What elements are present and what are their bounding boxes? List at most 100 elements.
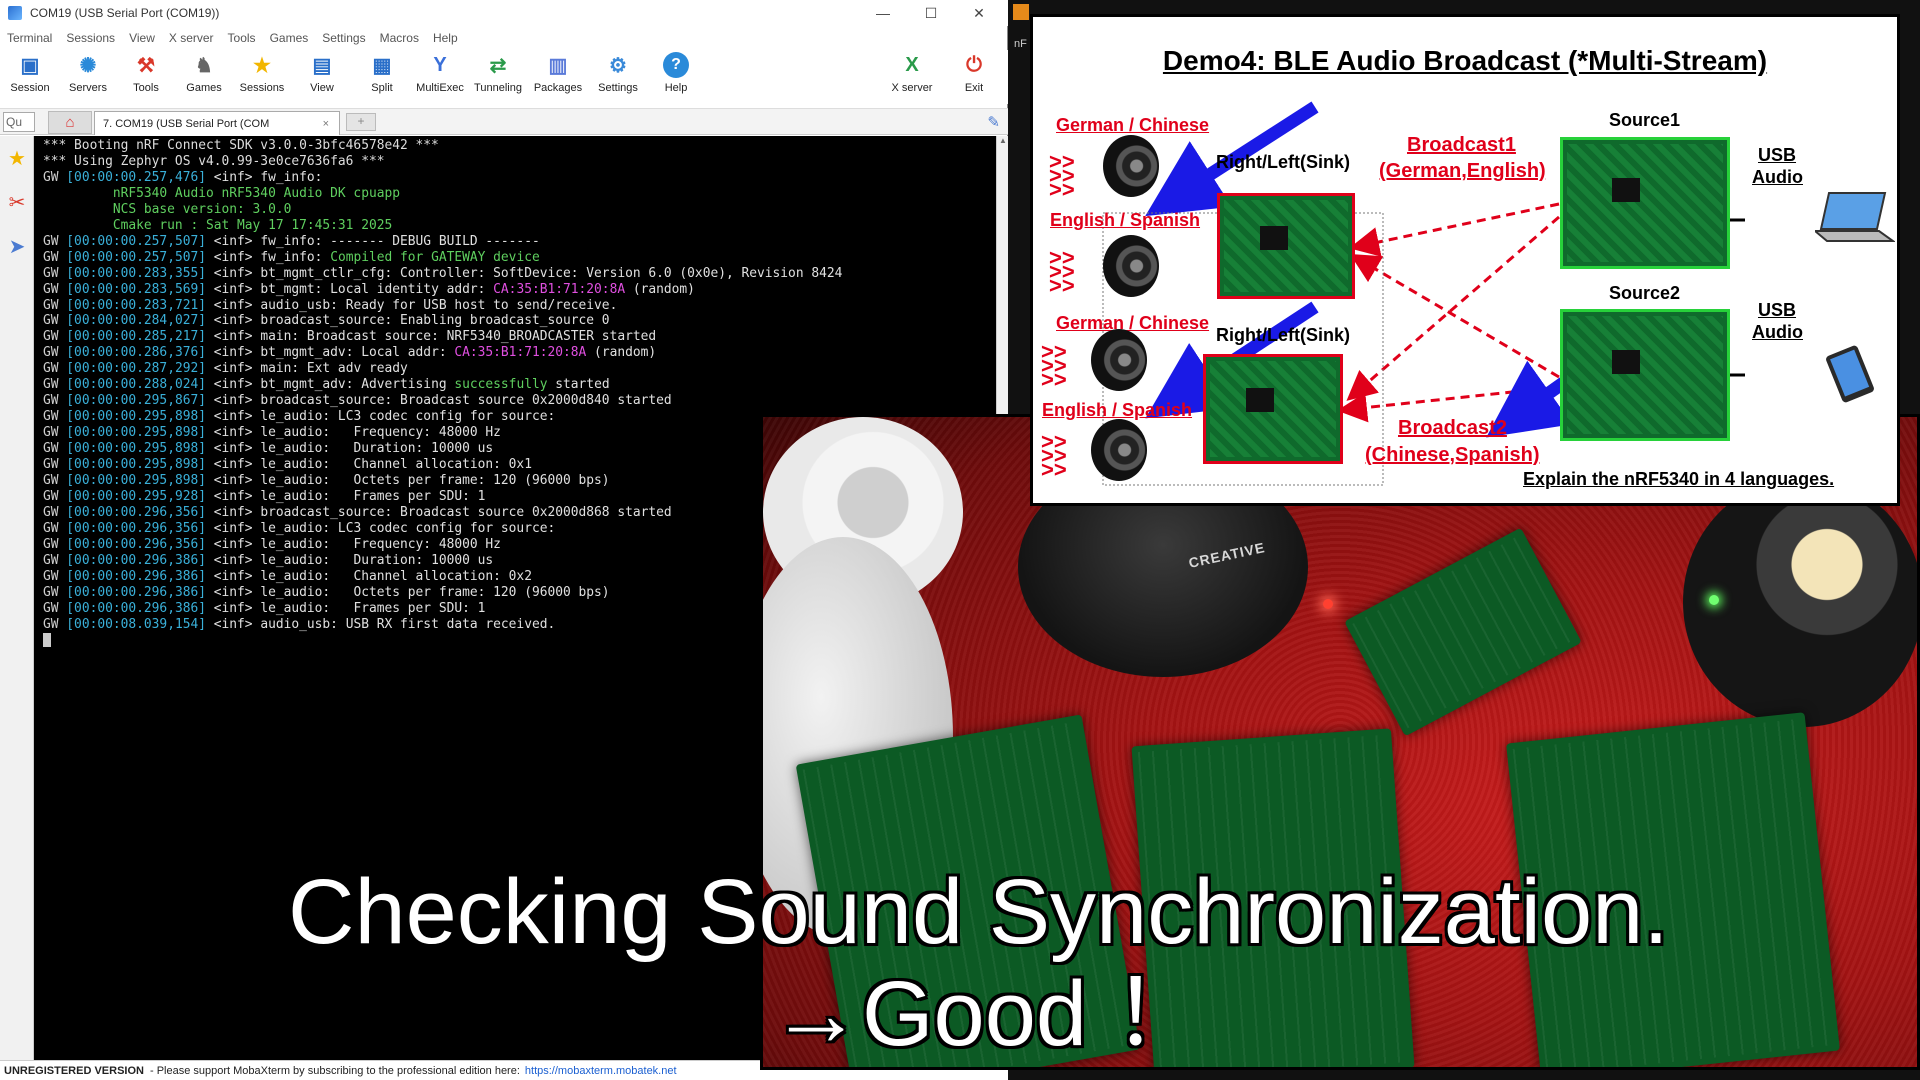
log-timestamp: [00:00:00.296,386] [66,568,206,584]
log-timestamp: [00:00:00.283,355] [66,265,206,281]
menu-xserver[interactable]: X server [162,31,221,45]
toolbar-exit-button[interactable]: ⏻ Exit [944,52,1004,102]
sound-wave-icon: >> >> >> [1049,245,1075,298]
toolbar-packages-button[interactable]: ▥ Packages [528,52,588,102]
toolbar-sessions-button[interactable]: ★ Sessions [232,52,292,102]
log-message: <inf> fw_info: [206,249,331,265]
terminal-log-line: nRF5340 Audio nRF5340 Audio DK cpuapp [43,186,996,202]
toolbar-label: Help [664,82,688,94]
terminal-log-line: GW [00:00:00.283,355] <inf> bt_mgmt_ctlr… [43,266,996,282]
minimize-button[interactable]: — [860,0,906,26]
tab-close-icon[interactable]: × [323,118,329,130]
label-audio-1: Audio [1752,167,1803,187]
mobatek-link[interactable]: https://mobaxterm.mobatek.net [525,1065,677,1077]
gw-prefix: GW [43,457,67,473]
maximize-button[interactable]: ☐ [908,0,954,26]
toolbar-label: Split [371,82,393,94]
gw-prefix: GW [43,584,67,600]
new-tab-button[interactable]: + [346,113,376,131]
log-message: <inf> le_audio: Channel allocation: 0x2 [206,568,532,584]
menu-help[interactable]: Help [426,31,465,45]
speaker-4 [1091,419,1147,481]
terminal-boot-line: *** Using Zephyr OS v4.0.99-3e0ce7636fa6… [43,154,996,170]
log-timestamp: [00:00:00.295,928] [66,488,206,504]
label-broadcast2: Broadcast2 [1398,417,1507,439]
terminal-log-line: GW [00:00:00.257,507] <inf> fw_info: Com… [43,250,996,266]
terminal-boot-line: *** Booting nRF Connect SDK v3.0.0-3bfc4… [43,138,996,154]
log-message: <inf> bt_mgmt_ctlr_cfg: Controller: Soft… [206,265,843,281]
log-message: <inf> bt_mgmt_adv: Advertising [206,377,455,393]
terminal-log-line: GW [00:00:00.286,376] <inf> bt_mgmt_adv:… [43,345,996,361]
toolbar-tunneling-button[interactable]: ⇄ Tunneling [468,52,528,102]
label-broadcast1-langs: (German,English) [1379,160,1546,182]
log-highlight: CA:35:B1:71:20:8A [454,345,587,361]
source-board-1 [1560,137,1730,269]
toolbar-multiexec-button[interactable]: Y MultiExec [410,52,470,102]
sound-wave-icon: >> >> >> [1041,429,1067,482]
toolbar-settings-button[interactable]: ⚙ Settings [588,52,648,102]
toolbar-label: X server [891,82,933,94]
label-broadcast1: Broadcast1 [1407,134,1516,156]
terminal-text: *** Using Zephyr OS v4.0.99-3e0ce7636fa6… [43,153,385,169]
sidebar-star-icon[interactable]: ★ [0,136,34,180]
toolbar-label: Servers [69,82,107,94]
log-message: NCS base version: 3.0.0 [43,201,292,217]
paperclip-icon[interactable]: ✎ [987,113,1000,131]
toolbar-servers-button[interactable]: ✺ Servers [58,52,118,102]
toolbar: ▣ Session ✺ Servers ⚒ Tools ♞ Games ★ Sessions ▤ Vi… [0,50,1008,104]
terminal-log-line: GW [00:00:00.288,024] <inf> bt_mgmt_adv:… [43,377,996,393]
gw-prefix: GW [43,393,67,409]
toolbar-split-button[interactable]: ▦ Split [352,52,412,102]
menu-view[interactable]: View [122,31,162,45]
toolbar-label: Session [10,82,50,94]
tablet-icon [1826,345,1874,403]
toolbar-view-button[interactable]: ▤ View [292,52,352,102]
gw-prefix: GW [43,616,67,632]
gw-prefix: GW [43,600,67,616]
log-message: <inf> le_audio: Channel allocation: 0x1 [206,457,532,473]
left-sidebar: ★ ✂ ➤ [0,136,34,1060]
speaker-2 [1103,235,1159,297]
session-tab[interactable]: 7. COM19 (USB Serial Port (COM × [94,111,340,135]
menu-bar: Terminal Sessions View X server Tools Ga… [0,27,1008,49]
toolbar-help-button[interactable]: ? Help [646,52,706,102]
background-window-label: nF [1014,38,1027,50]
sound-wave-icon: >> >> >> [1041,339,1067,392]
terminal-log-line: GW [00:00:00.287,292] <inf> main: Ext ad… [43,361,996,377]
toolbar-tools-button[interactable]: ⚒ Tools [116,52,176,102]
packages-icon: ▥ [548,54,568,77]
background-app-icon [1013,4,1029,20]
menu-settings[interactable]: Settings [315,31,372,45]
quick-connect-input[interactable]: Qu [3,112,35,132]
title-bar: COM19 (USB Serial Port (COM19)) — ☐ ✕ [0,0,1008,26]
home-tab[interactable]: ⌂ [48,111,92,134]
log-message: <inf> broadcast_source: Broadcast source… [206,393,672,409]
green-led [1709,595,1719,605]
menu-sessions[interactable]: Sessions [59,31,122,45]
gw-prefix: GW [43,536,67,552]
log-highlight: Compiled for GATEWAY device [330,249,540,265]
log-message: <inf> broadcast_source: Enabling broadca… [206,313,610,329]
log-highlight: successfully [454,377,548,393]
menu-terminal[interactable]: Terminal [0,31,59,45]
sidebar-tools-icon[interactable]: ✂ [0,180,34,224]
gw-prefix: GW [43,504,67,520]
help-icon: ? [663,52,689,78]
log-message: <inf> le_audio: LC3 codec config for sou… [206,520,556,536]
menu-macros[interactable]: Macros [373,31,426,45]
label-audio-2: Audio [1752,322,1803,342]
toolbar-x-server-button[interactable]: X X server [882,52,942,102]
toolbar-session-button[interactable]: ▣ Session [0,52,60,102]
terminal-log-line: GW [00:00:00.285,217] <inf> main: Broadc… [43,329,996,345]
close-button[interactable]: ✕ [956,0,1002,26]
toolbar-games-button[interactable]: ♞ Games [174,52,234,102]
menu-games[interactable]: Games [263,31,316,45]
label-sink-1: Right/Left(Sink) [1216,152,1350,172]
gw-prefix: GW [43,441,67,457]
view-icon: ▤ [312,54,332,77]
sidebar-send-icon[interactable]: ➤ [0,224,34,268]
gw-prefix: GW [43,345,67,361]
menu-tools[interactable]: Tools [221,31,263,45]
log-message: <inf> broadcast_source: Broadcast source… [206,504,672,520]
log-message: <inf> le_audio: Octets per frame: 120 (9… [206,473,610,489]
